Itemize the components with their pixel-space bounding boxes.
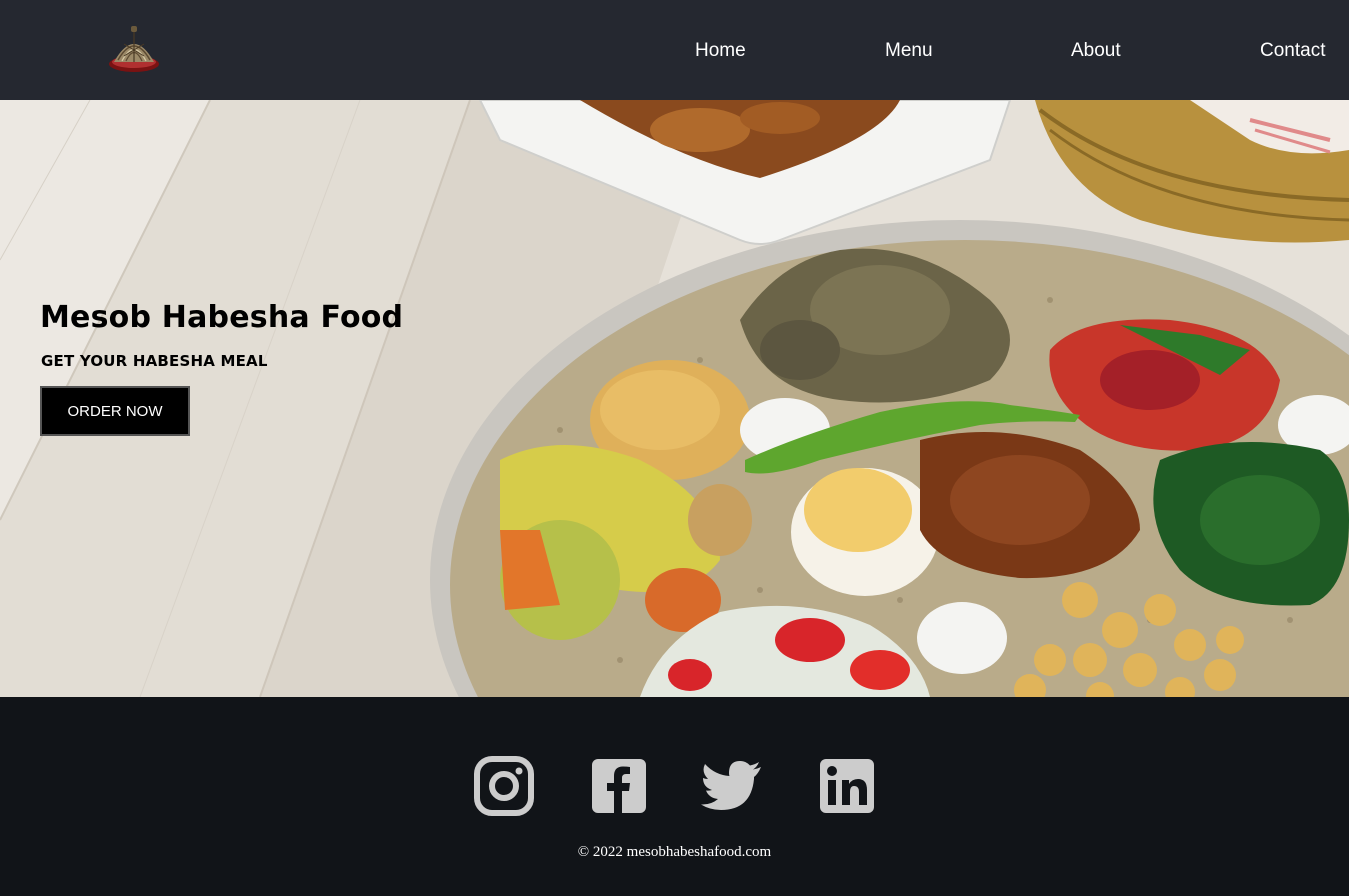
injera-platter-photo (0, 100, 1349, 697)
copyright-text: © 2022 mesobhabeshafood.com (577, 844, 772, 860)
nav-link-home[interactable]: Home (695, 38, 746, 64)
nav-link-about[interactable]: About (1071, 38, 1121, 64)
hero-subtitle: GET YOUR HABESHA MEAL (41, 352, 268, 370)
instagram-icon[interactable] (473, 755, 535, 817)
navbar: Home Menu About Contact (0, 0, 1349, 100)
mesob-basket-icon[interactable] (106, 24, 162, 76)
hero-section: Mesob Habesha Food GET YOUR HABESHA MEAL… (0, 100, 1349, 697)
nav-link-menu[interactable]: Menu (885, 38, 933, 64)
nav-link-contact[interactable]: Contact (1260, 38, 1325, 64)
order-now-button[interactable]: ORDER NOW (40, 386, 190, 436)
footer: © 2022 mesobhabeshafood.com (0, 697, 1349, 896)
linkedin-icon[interactable] (816, 755, 878, 817)
twitter-icon[interactable] (701, 755, 763, 817)
facebook-icon[interactable] (588, 755, 650, 817)
hero-title: Mesob Habesha Food (40, 300, 404, 335)
